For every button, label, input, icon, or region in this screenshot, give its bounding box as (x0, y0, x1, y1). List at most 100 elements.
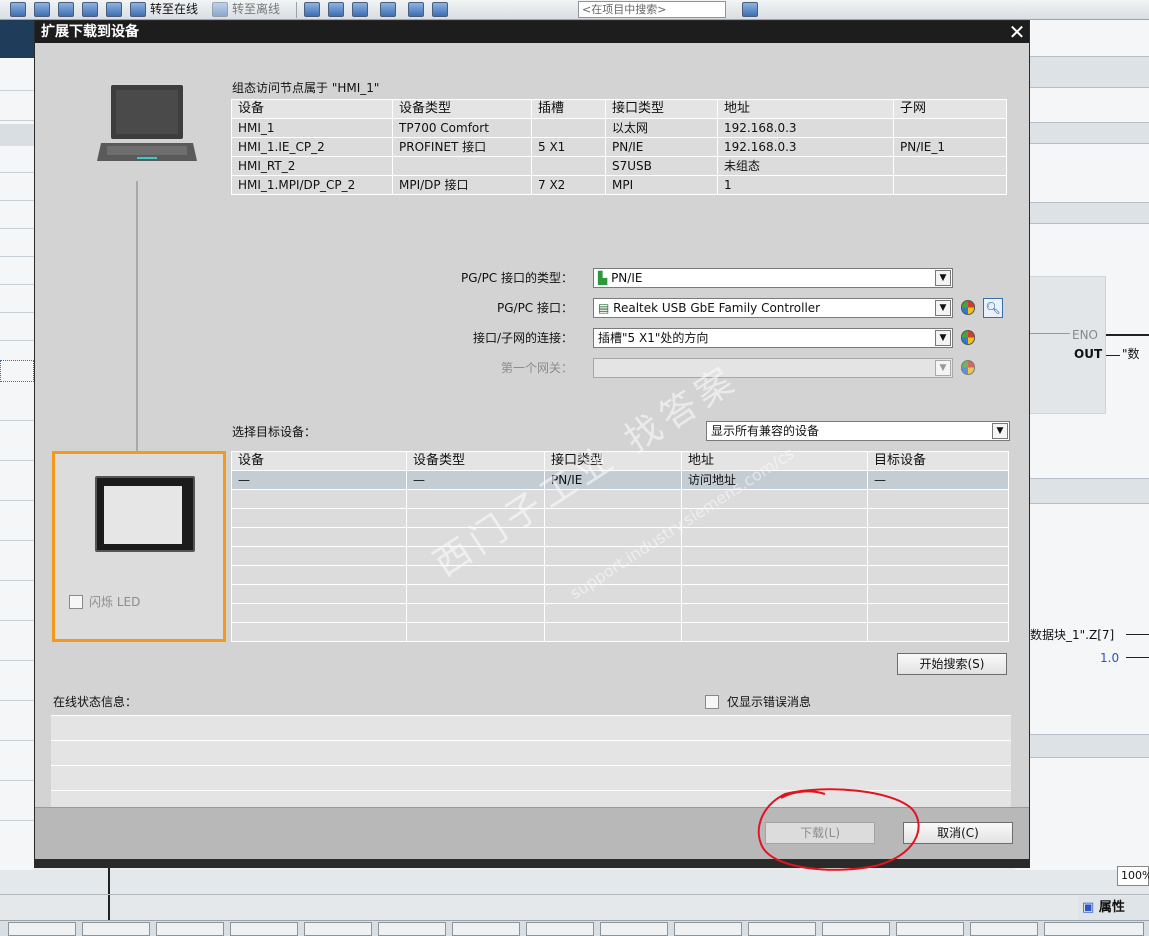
table-row[interactable] (231, 527, 1009, 547)
pgpc-interface-label: PG/PC 接口： (496, 301, 573, 315)
table-cell: PROFINET 接口 (392, 137, 532, 157)
chevron-down-icon[interactable]: ▼ (935, 300, 951, 316)
binoculars-icon[interactable] (742, 2, 758, 17)
table-cell: TP700 Comfort (392, 118, 532, 138)
table-cell (893, 118, 1007, 138)
table-cell: S7USB (605, 156, 718, 176)
device-filter-value: 显示所有兼容的设备 (711, 424, 820, 438)
cross-reference-icon[interactable] (380, 2, 396, 17)
table-row[interactable]: — — PN/IE 访问地址 — (231, 470, 1009, 490)
hmi-screen (104, 486, 182, 544)
table-row[interactable]: HMI_1.MPI/DP_CP_2 MPI/DP 接口 7 X2 MPI 1 (231, 175, 1007, 195)
taskbar-item[interactable] (1044, 922, 1144, 936)
start-search-button[interactable]: 开始搜索(S) (897, 653, 1007, 675)
network-card-icon: ▤ (598, 301, 610, 315)
column-header: 子网 (893, 99, 1007, 119)
table-cell (531, 118, 606, 138)
go-online-button[interactable]: 转至在线 (150, 2, 198, 17)
upload-from-device-icon[interactable] (82, 2, 98, 17)
network-icon: ▙ (598, 271, 608, 285)
table-row[interactable] (231, 603, 1009, 623)
taskbar-item[interactable] (896, 922, 964, 936)
list-item (51, 715, 1011, 740)
table-cell: HMI_1 (231, 118, 393, 138)
taskbar-item[interactable] (970, 922, 1038, 936)
hmi-panel-icon (95, 476, 195, 552)
table-cell: HMI_RT_2 (231, 156, 393, 176)
split-vertical-icon[interactable] (432, 2, 448, 17)
table-cell (392, 156, 532, 176)
taskbar-item[interactable] (304, 922, 372, 936)
taskbar-item[interactable] (526, 922, 594, 936)
close-icon[interactable]: ✕ (1007, 22, 1027, 42)
pgpc-type-select[interactable]: ▙ PN/IE ▼ (593, 268, 953, 288)
table-cell: 访问地址 (681, 470, 868, 490)
table-cell (893, 156, 1007, 176)
pgpc-interface-select[interactable]: ▤ Realtek USB GbE Family Controller ▼ (593, 298, 953, 318)
table-row[interactable] (231, 584, 1009, 604)
go-offline-button[interactable]: 转至离线 (232, 2, 280, 17)
project-search-input[interactable]: <在项目中搜索> (578, 1, 726, 18)
table-row[interactable]: HMI_RT_2 S7USB 未组态 (231, 156, 1007, 176)
chevron-down-icon[interactable]: ▼ (935, 330, 951, 346)
download-to-device-icon[interactable] (58, 2, 74, 17)
table-row[interactable]: HMI_1 TP700 Comfort 以太网 192.168.0.3 (231, 118, 1007, 138)
pgpc-interface-value: Realtek USB GbE Family Controller (613, 301, 821, 315)
split-horizontal-icon[interactable] (408, 2, 424, 17)
properties-tab[interactable]: ▣ 属性 (1078, 896, 1149, 920)
chevron-down-icon[interactable]: ▼ (935, 270, 951, 286)
taskbar-item[interactable] (600, 922, 668, 936)
taskbar-item[interactable] (230, 922, 298, 936)
security-shield-icon[interactable] (961, 330, 975, 345)
interface-properties-icon[interactable]: 🔍︎ (983, 298, 1003, 318)
security-shield-icon (961, 360, 975, 375)
toolbar-separator (296, 2, 297, 18)
table-row[interactable] (231, 546, 1009, 566)
taskbar-item[interactable] (82, 922, 150, 936)
flash-led-checkbox[interactable] (69, 595, 83, 609)
taskbar-item[interactable] (674, 922, 742, 936)
chevron-down-icon[interactable]: ▼ (992, 423, 1008, 439)
table-row[interactable] (231, 565, 1009, 585)
table-row[interactable]: HMI_1.IE_CP_2 PROFINET 接口 5 X1 PN/IE 192… (231, 137, 1007, 157)
annotation-circle (757, 788, 920, 871)
simulation-icon[interactable] (106, 2, 122, 17)
taskbar-item[interactable] (378, 922, 446, 936)
accessible-devices-icon[interactable] (304, 2, 320, 17)
gateway-select[interactable]: ▼ (593, 358, 953, 378)
taskbar-item[interactable] (8, 922, 76, 936)
connection-line (136, 181, 138, 457)
z-operand-label: 数据块_1".Z[7] (1030, 628, 1115, 642)
compile-icon[interactable] (34, 2, 50, 17)
online-icon[interactable] (130, 2, 146, 17)
table-header-row: 设备 设备类型 插槽 接口类型 地址 子网 (231, 99, 1007, 119)
table-cell: — (231, 470, 407, 490)
table-row[interactable] (231, 622, 1009, 642)
table-cell: 192.168.0.3 (717, 137, 894, 157)
out-pin-label: OUT (1074, 347, 1103, 361)
taskbar-item[interactable] (452, 922, 520, 936)
save-icon[interactable] (10, 2, 26, 17)
taskbar (0, 920, 1149, 936)
properties-label: 属性 (1098, 900, 1125, 915)
zoom-field[interactable]: 100% (1117, 866, 1149, 886)
only-errors-checkbox[interactable] (705, 695, 719, 709)
taskbar-item[interactable] (156, 922, 224, 936)
subnet-connection-select[interactable]: 插槽"5 X1"处的方向 ▼ (593, 328, 953, 348)
device-filter-select[interactable]: 显示所有兼容的设备 ▼ (706, 421, 1010, 441)
table-cell: — (406, 470, 545, 490)
taskbar-item[interactable] (748, 922, 816, 936)
stop-cpu-icon[interactable] (352, 2, 368, 17)
table-cell: MPI (605, 175, 718, 195)
table-cell: 未组态 (717, 156, 894, 176)
table-row[interactable] (231, 508, 1009, 528)
security-shield-icon[interactable] (961, 300, 975, 315)
taskbar-item[interactable] (822, 922, 890, 936)
list-item (51, 740, 1011, 765)
column-header: 地址 (717, 99, 894, 119)
project-tree-header (0, 20, 34, 58)
table-row[interactable] (231, 489, 1009, 509)
column-header: 设备类型 (392, 99, 532, 119)
start-cpu-icon[interactable] (328, 2, 344, 17)
table-cell: PN/IE (605, 137, 718, 157)
